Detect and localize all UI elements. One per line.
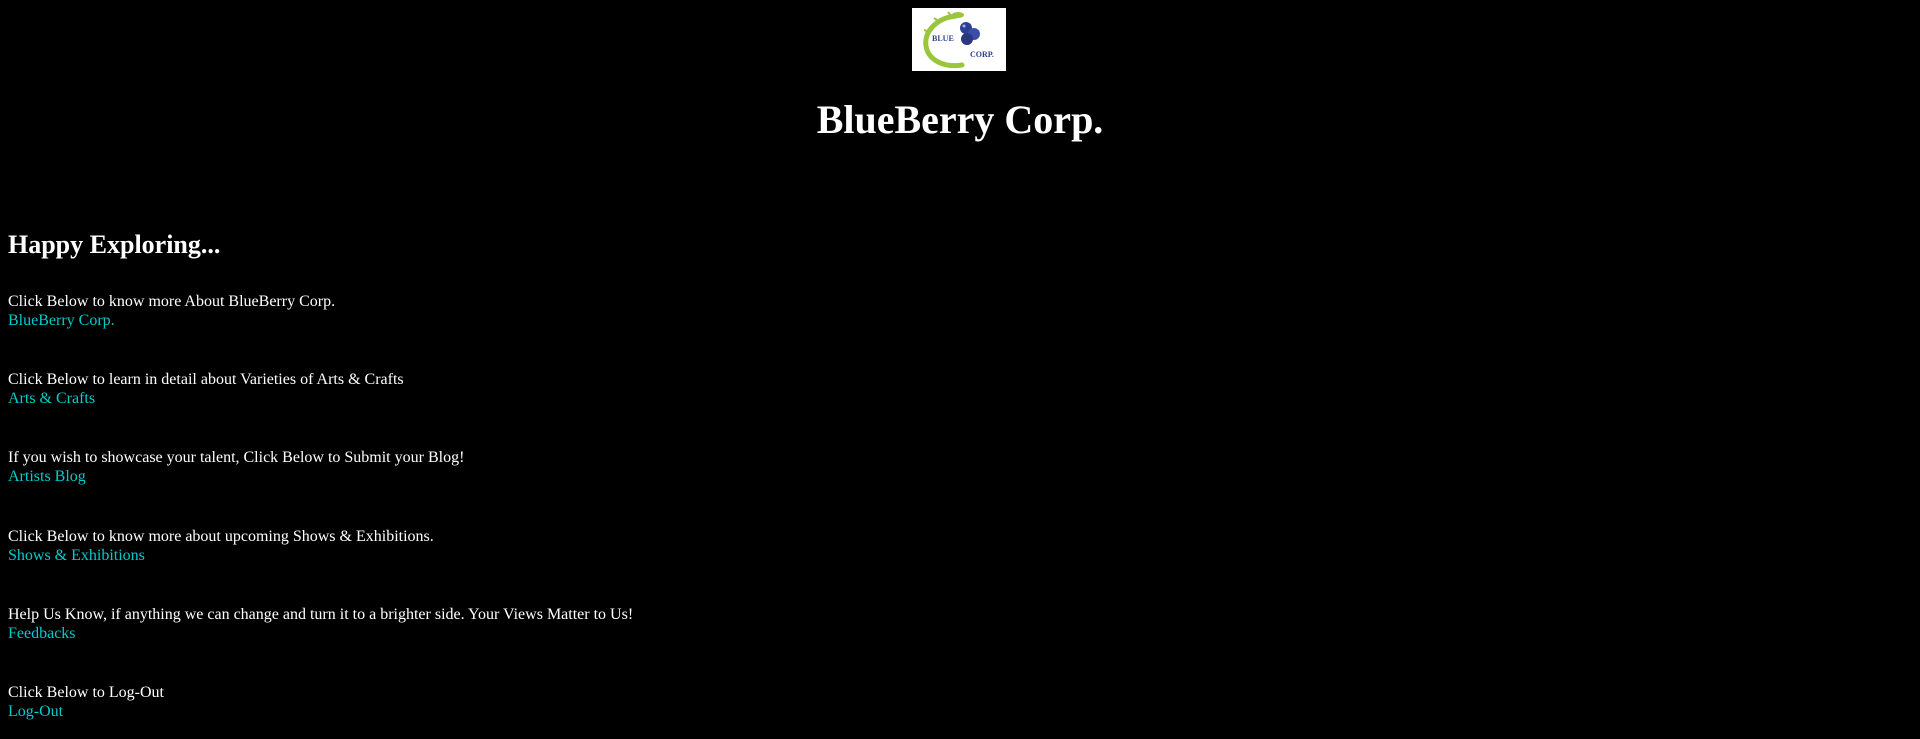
shows-exhibitions-link[interactable]: Shows & Exhibitions [8, 546, 145, 565]
site-title: BlueBerry Corp. [816, 97, 1104, 142]
arts-crafts-description: Click Below to learn in detail about Var… [8, 371, 404, 388]
page: BLUE CORP. BlueBerry Corp. Happy Explori… [0, 0, 1920, 739]
logo-top-text: BLUE [932, 34, 954, 43]
section-artists-blog: If you wish to showcase your talent, Cli… [8, 448, 464, 486]
log-out-description: Click Below to Log-Out [8, 684, 164, 701]
artists-blog-link[interactable]: Artists Blog [8, 467, 86, 486]
logo-graphic: BLUE CORP. [912, 8, 1006, 71]
section-arts-crafts: Click Below to learn in detail about Var… [8, 370, 404, 408]
greeting-heading: Happy Exploring... [8, 230, 221, 259]
logo-bottom-text: CORP. [970, 50, 994, 59]
blueberry-corp-logo: BLUE CORP. [912, 8, 1006, 71]
feedbacks-link[interactable]: Feedbacks [8, 624, 76, 643]
section-log-out: Click Below to Log-Out Log-Out [8, 683, 164, 721]
log-out-link[interactable]: Log-Out [8, 702, 63, 721]
about-link[interactable]: BlueBerry Corp. [8, 311, 115, 330]
about-description: Click Below to know more About BlueBerry… [8, 293, 336, 310]
section-feedbacks: Help Us Know, if anything we can change … [8, 605, 633, 643]
section-shows-exhibitions: Click Below to know more about upcoming … [8, 527, 434, 565]
arts-crafts-link[interactable]: Arts & Crafts [8, 389, 95, 408]
section-about: Click Below to know more About BlueBerry… [8, 292, 335, 330]
feedbacks-description: Help Us Know, if anything we can change … [8, 606, 634, 623]
artists-blog-description: If you wish to showcase your talent, Cli… [8, 449, 465, 466]
shows-exhibitions-description: Click Below to know more about upcoming … [8, 528, 434, 545]
